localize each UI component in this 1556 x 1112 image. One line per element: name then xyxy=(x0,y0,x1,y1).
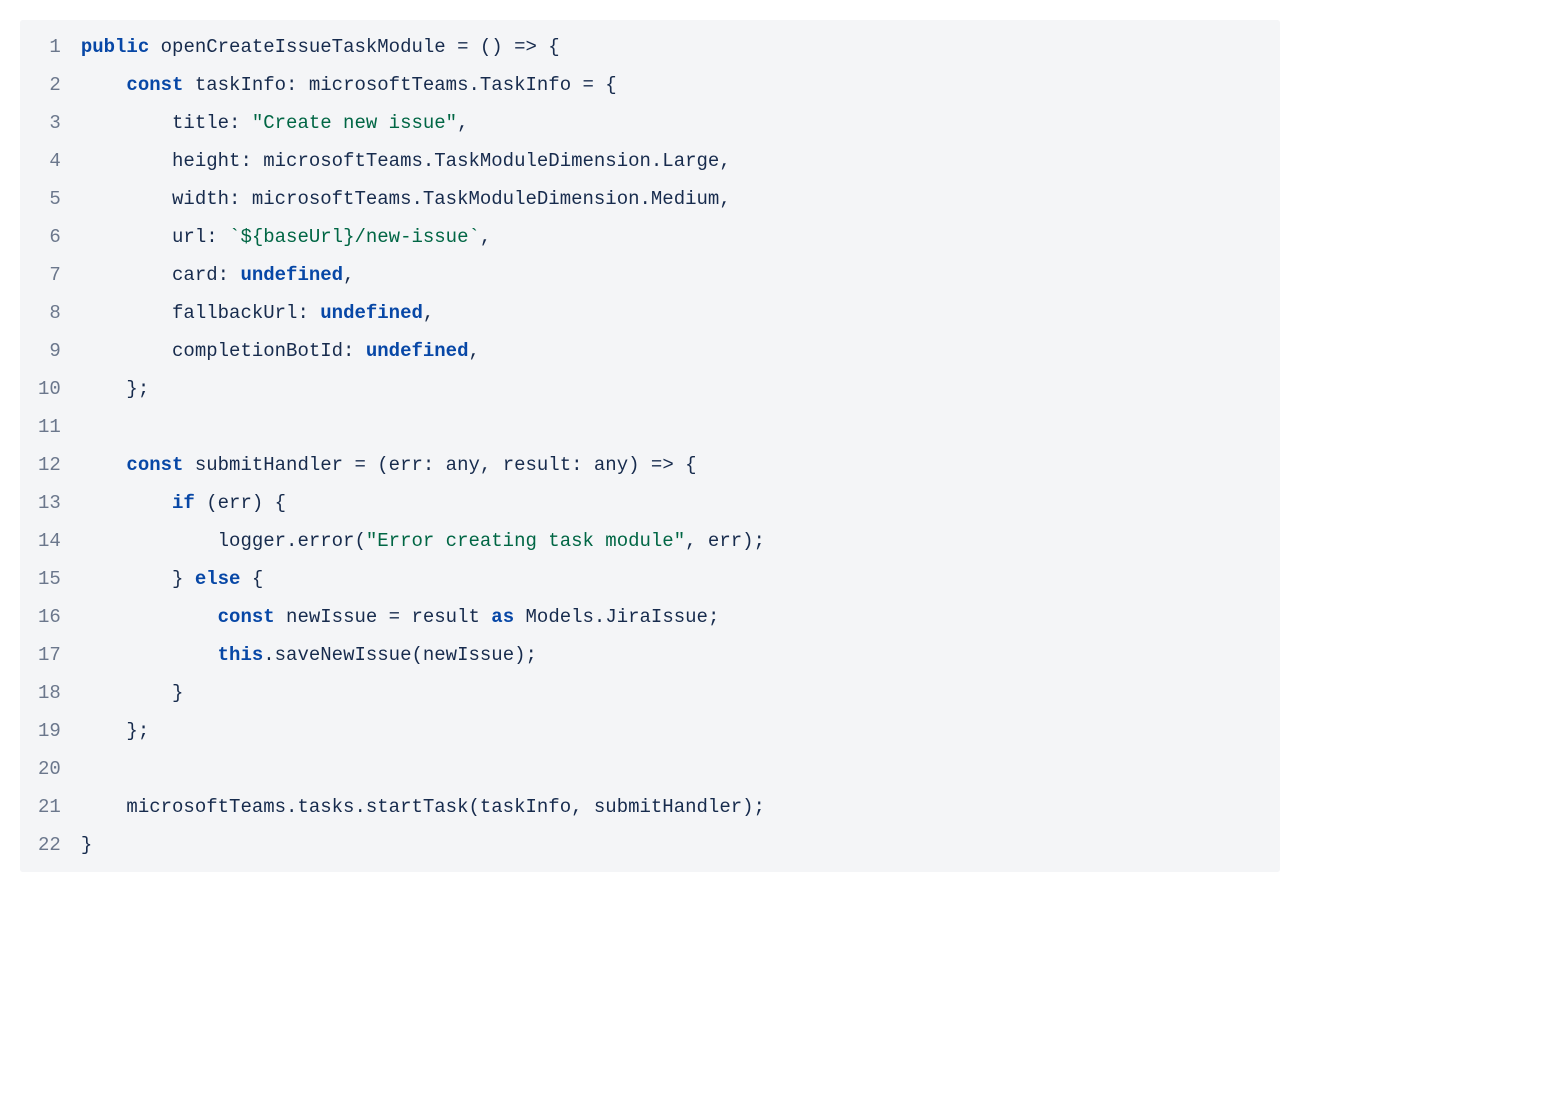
line-number: 7 xyxy=(20,256,75,294)
code-token xyxy=(81,606,218,628)
code-block: 12345678910111213141516171819202122 publ… xyxy=(20,20,1280,872)
code-line: } xyxy=(75,674,1280,712)
line-number: 6 xyxy=(20,218,75,256)
code-token: microsoftTeams.tasks.startTask(taskInfo,… xyxy=(81,796,765,818)
line-number: 21 xyxy=(20,788,75,826)
line-number: 3 xyxy=(20,104,75,142)
code-line: url: `${baseUrl}/new-issue`, xyxy=(75,218,1280,256)
code-token: as xyxy=(491,606,514,628)
code-token: undefined xyxy=(366,340,469,362)
code-token: openCreateIssueTaskModule = () => { xyxy=(149,36,559,58)
line-number: 8 xyxy=(20,294,75,332)
line-number: 9 xyxy=(20,332,75,370)
line-number: 10 xyxy=(20,370,75,408)
code-token: Models.JiraIssue; xyxy=(514,606,719,628)
code-line xyxy=(75,750,1280,788)
line-number: 1 xyxy=(20,28,75,66)
code-line: height: microsoftTeams.TaskModuleDimensi… xyxy=(75,142,1280,180)
code-line: width: microsoftTeams.TaskModuleDimensio… xyxy=(75,180,1280,218)
line-number: 12 xyxy=(20,446,75,484)
code-token: const xyxy=(126,454,183,476)
code-token: , xyxy=(423,302,434,324)
line-number: 13 xyxy=(20,484,75,522)
code-token: "Create new issue" xyxy=(252,112,457,134)
code-token: url: xyxy=(81,226,229,248)
code-token: , xyxy=(468,340,479,362)
code-line: completionBotId: undefined, xyxy=(75,332,1280,370)
code-line: microsoftTeams.tasks.startTask(taskInfo,… xyxy=(75,788,1280,826)
code-token: { xyxy=(240,568,263,590)
line-number: 16 xyxy=(20,598,75,636)
code-token: .saveNewIssue(newIssue); xyxy=(263,644,537,666)
code-line: const newIssue = result as Models.JiraIs… xyxy=(75,598,1280,636)
code-content[interactable]: public openCreateIssueTaskModule = () =>… xyxy=(75,20,1280,872)
code-line: public openCreateIssueTaskModule = () =>… xyxy=(75,28,1280,66)
code-line: const submitHandler = (err: any, result:… xyxy=(75,446,1280,484)
line-number: 11 xyxy=(20,408,75,446)
code-token: if xyxy=(172,492,195,514)
line-number: 20 xyxy=(20,750,75,788)
code-token: undefined xyxy=(240,264,343,286)
code-token: }; xyxy=(81,720,149,742)
code-line: title: "Create new issue", xyxy=(75,104,1280,142)
code-token: newIssue = result xyxy=(275,606,492,628)
code-line: logger.error("Error creating task module… xyxy=(75,522,1280,560)
code-line: } else { xyxy=(75,560,1280,598)
code-line: fallbackUrl: undefined, xyxy=(75,294,1280,332)
code-token: } xyxy=(81,682,184,704)
code-token xyxy=(81,454,127,476)
line-number: 17 xyxy=(20,636,75,674)
code-token: }; xyxy=(81,378,149,400)
code-token: `${baseUrl} xyxy=(229,226,354,248)
code-token: submitHandler = (err: any, result: any) … xyxy=(183,454,696,476)
code-token: public xyxy=(81,36,149,58)
line-number: 4 xyxy=(20,142,75,180)
code-token xyxy=(81,492,172,514)
code-token: (err) { xyxy=(195,492,286,514)
code-line: if (err) { xyxy=(75,484,1280,522)
code-token: const xyxy=(126,74,183,96)
code-token xyxy=(81,74,127,96)
code-token: "Error creating task module" xyxy=(366,530,685,552)
code-token: undefined xyxy=(320,302,423,324)
code-token: this xyxy=(218,644,264,666)
code-token: /new-issue` xyxy=(354,226,479,248)
code-token xyxy=(81,644,218,666)
code-token: taskInfo: microsoftTeams.TaskInfo = { xyxy=(183,74,616,96)
code-line: }; xyxy=(75,712,1280,750)
code-token: const xyxy=(218,606,275,628)
line-number: 14 xyxy=(20,522,75,560)
line-number: 19 xyxy=(20,712,75,750)
code-token: else xyxy=(195,568,241,590)
line-number: 5 xyxy=(20,180,75,218)
code-line xyxy=(75,408,1280,446)
code-token: completionBotId: xyxy=(81,340,366,362)
line-number-gutter: 12345678910111213141516171819202122 xyxy=(20,20,75,872)
code-line: this.saveNewIssue(newIssue); xyxy=(75,636,1280,674)
code-token: , err); xyxy=(685,530,765,552)
code-token: fallbackUrl: xyxy=(81,302,320,324)
code-token: } xyxy=(81,834,92,856)
code-line: card: undefined, xyxy=(75,256,1280,294)
code-line: const taskInfo: microsoftTeams.TaskInfo … xyxy=(75,66,1280,104)
code-token: } xyxy=(81,568,195,590)
line-number: 18 xyxy=(20,674,75,712)
line-number: 15 xyxy=(20,560,75,598)
code-token: , xyxy=(343,264,354,286)
code-token: logger.error( xyxy=(81,530,366,552)
code-token: title: xyxy=(81,112,252,134)
code-token: width: microsoftTeams.TaskModuleDimensio… xyxy=(81,188,731,210)
code-token: , xyxy=(480,226,491,248)
code-token: card: xyxy=(81,264,241,286)
code-token: , xyxy=(457,112,468,134)
line-number: 2 xyxy=(20,66,75,104)
code-token: height: microsoftTeams.TaskModuleDimensi… xyxy=(81,150,731,172)
line-number: 22 xyxy=(20,826,75,864)
code-line: }; xyxy=(75,370,1280,408)
code-line: } xyxy=(75,826,1280,864)
